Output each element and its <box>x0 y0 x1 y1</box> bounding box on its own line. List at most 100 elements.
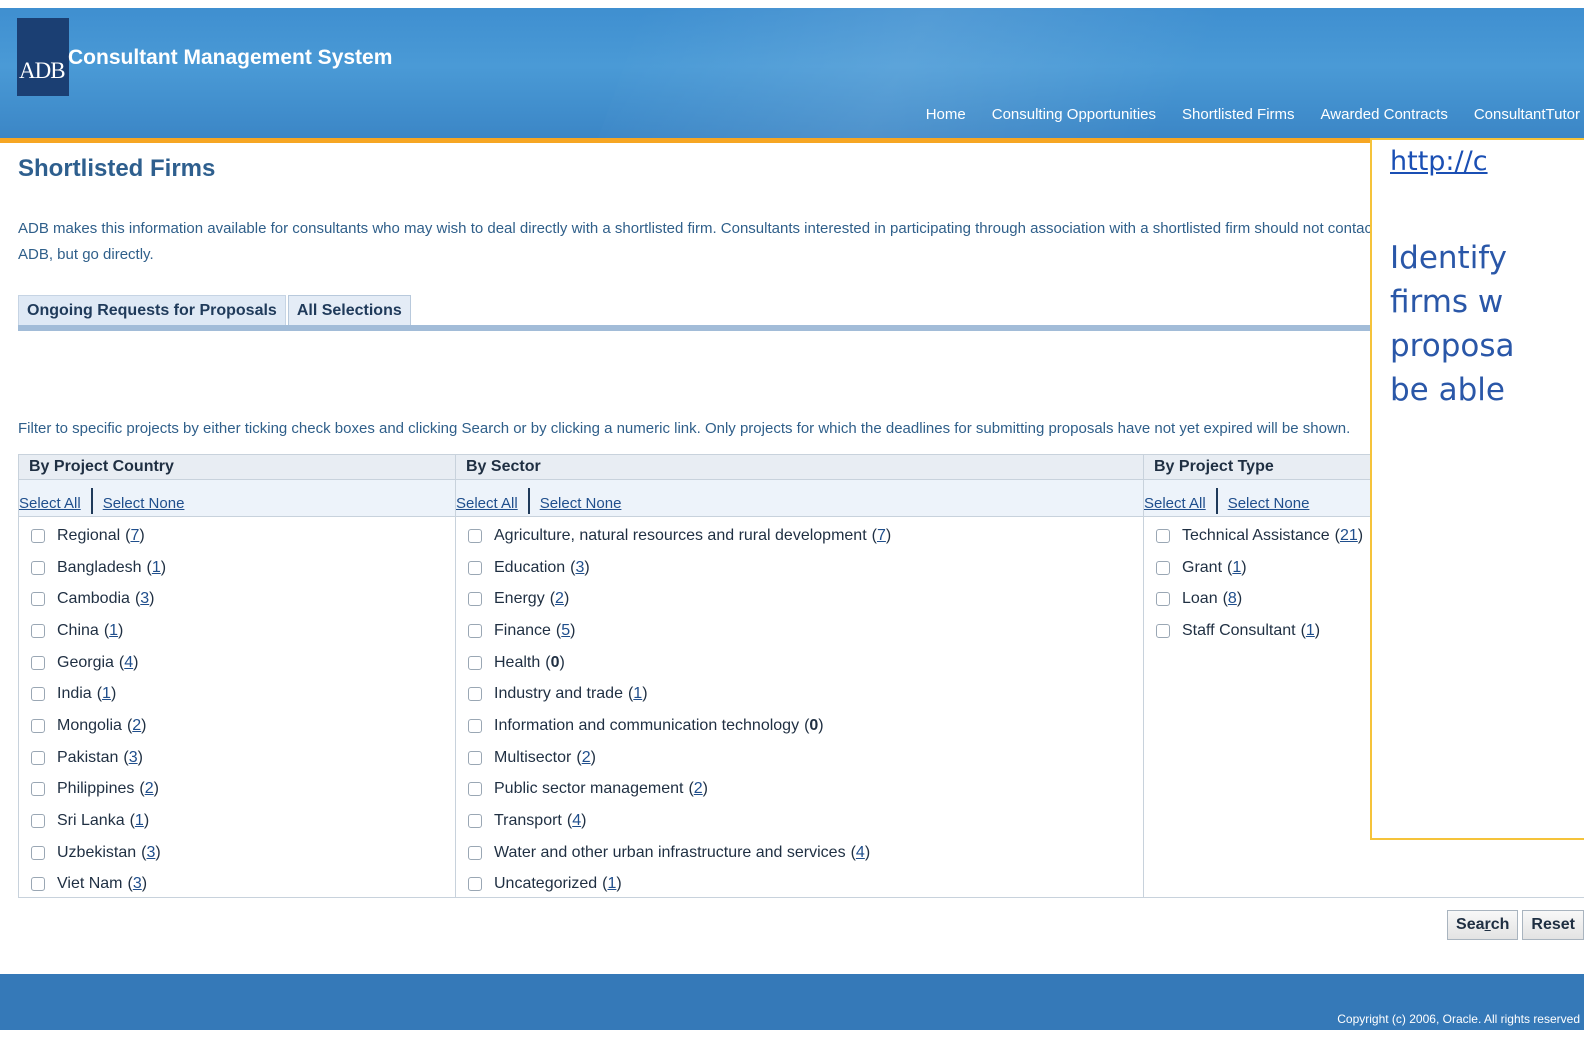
country-count-link[interactable]: 2 <box>132 717 141 734</box>
nav-shortlisted-firms[interactable]: Shortlisted Firms <box>1182 106 1295 126</box>
sector-count-link[interactable]: 4 <box>856 844 865 861</box>
sector-count-link[interactable]: 2 <box>582 749 591 766</box>
country-checkbox[interactable] <box>31 877 45 892</box>
sector-count-link[interactable]: 1 <box>608 875 617 892</box>
nav-home[interactable]: Home <box>926 106 966 126</box>
nav-consultant-tutor[interactable]: ConsultantTutor <box>1474 106 1580 126</box>
separator <box>527 488 530 514</box>
nav-awarded-contracts[interactable]: Awarded Contracts <box>1321 106 1448 126</box>
tab-all-selections[interactable]: All Selections <box>287 295 411 327</box>
app-title: Consultant Management System <box>68 46 393 69</box>
sector-checkbox[interactable] <box>468 528 482 543</box>
sector-checkbox[interactable] <box>468 750 482 765</box>
type-checkbox[interactable] <box>1156 560 1170 575</box>
country-checkbox[interactable] <box>31 845 45 860</box>
sector-count-link[interactable]: 3 <box>576 559 585 576</box>
sector-checkbox[interactable] <box>468 623 482 638</box>
type-select-all-link[interactable]: Select All <box>1144 495 1206 512</box>
sector-item-count: (4) <box>566 812 587 830</box>
sector-checkbox[interactable] <box>468 655 482 670</box>
sector-item-count: (2) <box>549 590 570 608</box>
type-select-none-link[interactable]: Select None <box>1228 495 1310 512</box>
page-title: Shortlisted Firms <box>18 155 216 182</box>
sector-checkbox[interactable] <box>468 592 482 607</box>
callout-note: Identify firms w proposa be able <box>1390 236 1584 412</box>
type-checkbox[interactable] <box>1156 623 1170 638</box>
country-item-label: China <box>57 621 99 639</box>
sector-checkbox[interactable] <box>468 782 482 797</box>
country-item-label: India <box>57 685 92 703</box>
sector-checkbox[interactable] <box>468 718 482 733</box>
country-count-link[interactable]: 3 <box>129 749 138 766</box>
country-filter-item: Mongolia (2) <box>19 710 455 742</box>
country-filter-item: China (1) <box>19 615 455 647</box>
sector-filter-item: Industry and trade (1) <box>456 678 1143 710</box>
filter-instructions: Filter to specific projects by either ti… <box>18 420 1351 437</box>
callout-line: proposa <box>1390 328 1515 364</box>
country-item-label: Viet Nam <box>57 875 123 893</box>
filter-table: By Project Country Select All Select None… <box>18 454 1584 898</box>
sector-count-link[interactable]: 4 <box>572 812 581 829</box>
sector-count-link[interactable]: 1 <box>633 685 642 702</box>
country-checkbox[interactable] <box>31 528 45 543</box>
country-item-label: Georgia <box>57 653 114 671</box>
sector-item-label: Water and other urban infrastructure and… <box>494 843 846 861</box>
sector-checkbox[interactable] <box>468 560 482 575</box>
nav-consulting-opportunities[interactable]: Consulting Opportunities <box>992 106 1156 126</box>
country-count-link[interactable]: 1 <box>102 685 111 702</box>
country-checkbox[interactable] <box>31 814 45 829</box>
type-checkbox[interactable] <box>1156 592 1170 607</box>
country-item-count: (1) <box>146 558 167 576</box>
sector-checkbox[interactable] <box>468 814 482 829</box>
sector-item-label: Information and communication technology <box>494 716 800 734</box>
type-count-link[interactable]: 21 <box>1340 527 1358 544</box>
sector-count-value: 0 <box>809 716 819 734</box>
country-checkbox[interactable] <box>31 592 45 607</box>
type-checkbox[interactable] <box>1156 528 1170 543</box>
sector-checkbox[interactable] <box>468 845 482 860</box>
country-select-none-link[interactable]: Select None <box>103 495 185 512</box>
country-checkbox[interactable] <box>31 560 45 575</box>
search-button[interactable]: Search <box>1447 910 1519 940</box>
country-count-link[interactable]: 3 <box>140 590 149 607</box>
country-checkbox[interactable] <box>31 782 45 797</box>
sector-count-link[interactable]: 7 <box>877 527 886 544</box>
reset-button[interactable]: Reset <box>1522 910 1584 940</box>
country-filter-item: Sri Lanka (1) <box>19 805 455 837</box>
sector-count-link[interactable]: 2 <box>694 780 703 797</box>
country-count-link[interactable]: 1 <box>135 812 144 829</box>
country-count-link[interactable]: 2 <box>145 780 154 797</box>
callout-line: Identify <box>1390 240 1508 276</box>
type-count-link[interactable]: 1 <box>1306 622 1315 639</box>
country-checkbox[interactable] <box>31 718 45 733</box>
sector-select-all-link[interactable]: Select All <box>456 495 518 512</box>
type-count-link[interactable]: 1 <box>1232 559 1241 576</box>
country-count-link[interactable]: 1 <box>152 559 161 576</box>
sector-item-count: (2) <box>688 780 708 798</box>
type-item-label: Technical Assistance <box>1182 526 1330 544</box>
country-count-link[interactable]: 3 <box>146 844 155 861</box>
country-count-link[interactable]: 1 <box>109 622 118 639</box>
adb-logo[interactable]: ADB <box>17 18 69 96</box>
country-count-link[interactable]: 7 <box>130 527 139 544</box>
sector-checkbox[interactable] <box>468 877 482 892</box>
country-checkbox[interactable] <box>31 750 45 765</box>
country-select-all-link[interactable]: Select All <box>19 495 81 512</box>
sector-filter-item: Education (3) <box>456 552 1143 584</box>
country-count-link[interactable]: 3 <box>133 875 142 892</box>
type-item-count: (1) <box>1300 621 1321 639</box>
sector-count-link[interactable]: 5 <box>561 622 570 639</box>
country-item-label: Pakistan <box>57 748 119 766</box>
country-checkbox[interactable] <box>31 687 45 702</box>
sector-item-label: Multisector <box>494 748 572 766</box>
country-checkbox[interactable] <box>31 623 45 638</box>
callout-url-link[interactable]: http://c <box>1390 146 1488 177</box>
type-count-link[interactable]: 8 <box>1228 590 1237 607</box>
country-count-link[interactable]: 4 <box>124 654 133 671</box>
sector-checkbox[interactable] <box>468 687 482 702</box>
sector-select-none-link[interactable]: Select None <box>540 495 622 512</box>
tab-ongoing-requests[interactable]: Ongoing Requests for Proposals <box>18 295 286 327</box>
country-checkbox[interactable] <box>31 655 45 670</box>
sector-count-link[interactable]: 2 <box>555 590 564 607</box>
sector-item-label: Agriculture, natural resources and rural… <box>494 526 867 544</box>
